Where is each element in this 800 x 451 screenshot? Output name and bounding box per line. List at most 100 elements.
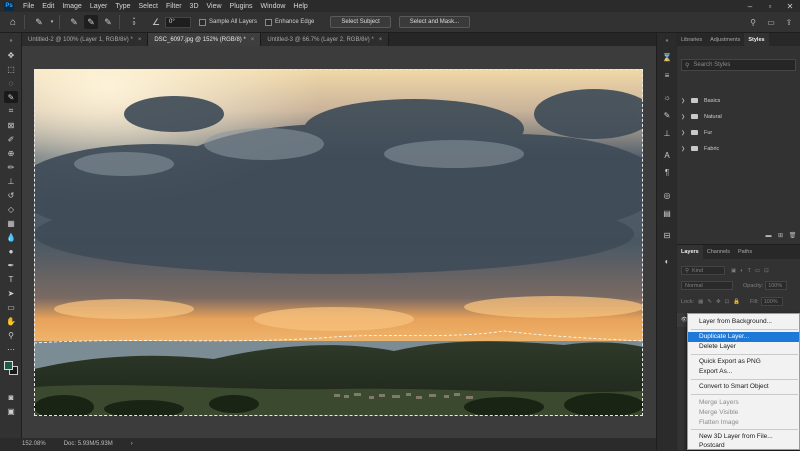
style-folder-fabric[interactable]: ❯ Fabric <box>681 143 796 154</box>
kind-filter-select[interactable]: ⚲ Kind <box>681 266 725 275</box>
lasso-tool-icon[interactable]: ◌ <box>4 77 18 89</box>
dodge-tool-icon[interactable]: ● <box>4 245 18 257</box>
menu-type[interactable]: Type <box>111 3 134 10</box>
character-icon[interactable]: A <box>661 149 673 161</box>
style-folder-fur[interactable]: ❯ Fur <box>681 127 796 138</box>
menu-select[interactable]: Select <box>135 3 162 10</box>
move-tool-icon[interactable]: ✥ <box>4 49 18 61</box>
history-brush-tool-icon[interactable]: ↺ <box>4 189 18 201</box>
enhance-edge-checkbox[interactable]: Enhance Edge <box>265 18 314 26</box>
eraser-tool-icon[interactable]: ◇ <box>4 203 18 215</box>
menu-edit[interactable]: Edit <box>38 3 58 10</box>
style-folder-natural[interactable]: ❯ Natural <box>681 111 796 122</box>
quick-selection-preset-icon[interactable]: ✎ <box>32 15 46 29</box>
chevron-right-icon[interactable]: ❯ <box>681 146 687 152</box>
healing-brush-tool-icon[interactable]: ⊕ <box>4 147 18 159</box>
swatches-icon[interactable]: ▤ <box>661 207 673 219</box>
select-and-mask-button[interactable]: Select and Mask... <box>398 16 471 28</box>
menu-layer[interactable]: Layer <box>86 3 112 10</box>
zoom-tool-icon[interactable]: ⚲ <box>4 329 18 341</box>
new-style-icon[interactable]: ⊞ <box>776 231 785 240</box>
add-to-selection-icon[interactable]: ✎ <box>84 15 98 29</box>
menu-item-export-as[interactable]: Export As... <box>688 367 799 377</box>
menu-item-duplicate-layer[interactable]: Duplicate Layer... <box>688 332 799 342</box>
filter-type-icon[interactable]: T <box>748 268 751 274</box>
chevron-right-icon[interactable]: ❯ <box>681 130 687 136</box>
menu-3d[interactable]: 3D <box>186 3 203 10</box>
workspace-icon[interactable]: ▭ <box>764 15 778 29</box>
sample-all-layers-checkbox[interactable]: Sample All Layers <box>199 18 257 26</box>
properties-icon[interactable]: ≡ <box>661 69 673 81</box>
menu-plugins[interactable]: Plugins <box>226 3 257 10</box>
type-tool-icon[interactable]: T <box>4 273 18 285</box>
select-subject-button[interactable]: Select Subject <box>330 16 391 28</box>
rectangle-tool-icon[interactable]: ▭ <box>4 301 18 313</box>
menu-file[interactable]: File <box>19 3 38 10</box>
new-selection-icon[interactable]: ✎ <box>67 15 81 29</box>
opacity-input[interactable]: 100% <box>765 281 788 290</box>
quick-mask-icon[interactable]: ◙ <box>4 391 18 403</box>
collapse-icon[interactable]: « <box>661 35 673 47</box>
navigator-icon[interactable]: ◐ <box>661 255 673 267</box>
angle-input[interactable]: 0° <box>165 16 191 28</box>
share-icon[interactable]: ⇪ <box>782 15 796 29</box>
frame-tool-icon[interactable]: ⊠ <box>4 119 18 131</box>
lock-image-icon[interactable]: ✎ <box>707 299 712 305</box>
style-folder-basics[interactable]: ❯ Basics <box>681 95 796 106</box>
menu-window[interactable]: Window <box>257 3 290 10</box>
foreground-background-colors[interactable] <box>4 359 18 379</box>
brush-settings-icon[interactable]: ✎ <box>661 109 673 121</box>
new-group-icon[interactable]: ▬ <box>764 231 773 240</box>
menu-help[interactable]: Help <box>289 3 311 10</box>
search-icon[interactable]: ⚲ <box>746 15 760 29</box>
filter-adjustment-icon[interactable]: ◐ <box>740 268 743 274</box>
menu-image[interactable]: Image <box>58 3 85 10</box>
menu-item-delete-layer[interactable]: Delete Layer <box>688 342 799 352</box>
lock-artboard-icon[interactable]: ⊡ <box>725 299 730 305</box>
filter-smart-icon[interactable]: ⊡ <box>764 268 769 274</box>
clone-stamp-tool-icon[interactable]: ⊥ <box>4 175 18 187</box>
screen-mode-icon[interactable]: ▣ <box>4 405 18 417</box>
blend-mode-select[interactable]: Normal <box>681 281 733 290</box>
chevron-right-icon[interactable]: › <box>131 441 133 447</box>
quick-selection-tool-icon[interactable]: ✎ <box>4 91 18 103</box>
history-icon[interactable]: ⌛ <box>661 51 673 63</box>
menu-item-layer-from-background[interactable]: Layer from Background... <box>688 317 799 327</box>
lock-position-icon[interactable]: ✥ <box>716 299 721 305</box>
foreground-color-swatch[interactable] <box>4 361 13 370</box>
chevron-right-icon[interactable]: ❯ <box>681 98 687 104</box>
zoom-level[interactable]: 152.08% <box>22 441 46 447</box>
marquee-tool-icon[interactable]: ⬚ <box>4 63 18 75</box>
subtract-from-selection-icon[interactable]: ✎ <box>101 15 115 29</box>
close-icon[interactable]: × <box>138 37 142 43</box>
tab-libraries[interactable]: Libraries <box>677 33 706 46</box>
glyphs-icon[interactable]: ◎ <box>661 189 673 201</box>
tab-paths[interactable]: Paths <box>734 245 756 259</box>
tab-untitled-2[interactable]: Untitled-2 @ 100% (Layer 1, RGB/8#) * × <box>22 33 149 46</box>
lock-all-icon[interactable]: 🔒 <box>733 299 740 305</box>
adjust-icon[interactable]: ☼ <box>661 91 673 103</box>
tab-layers[interactable]: Layers <box>677 245 703 259</box>
collapse-icon[interactable]: » <box>4 35 18 47</box>
info-icon[interactable]: ⊟ <box>661 229 673 241</box>
close-icon[interactable]: × <box>379 37 383 43</box>
filter-shape-icon[interactable]: ▭ <box>755 268 760 274</box>
paragraph-icon[interactable]: ¶ <box>661 166 673 178</box>
landscape-photo[interactable] <box>34 69 643 416</box>
more-tools-icon[interactable]: ⋯ <box>4 343 18 355</box>
canvas-area[interactable] <box>22 46 656 438</box>
tab-untitled-3[interactable]: Untitled-3 @ 66.7% (Layer 2, RGB/8#) * × <box>261 33 390 46</box>
close-icon[interactable]: × <box>251 37 255 43</box>
chevron-down-icon[interactable]: ▾ <box>49 15 55 29</box>
blur-tool-icon[interactable]: 💧 <box>4 231 18 243</box>
menu-item-quick-export-png[interactable]: Quick Export as PNG <box>688 357 799 367</box>
tab-styles[interactable]: Styles <box>744 33 769 46</box>
pen-tool-icon[interactable]: ✒ <box>4 259 18 271</box>
menu-item-convert-smart-object[interactable]: Convert to Smart Object <box>688 382 799 392</box>
crop-tool-icon[interactable]: ⌗ <box>4 105 18 117</box>
fill-input[interactable]: 100% <box>760 297 783 306</box>
hand-tool-icon[interactable]: ✋ <box>4 315 18 327</box>
tab-adjustments[interactable]: Adjustments <box>706 33 744 46</box>
tab-channels[interactable]: Channels <box>703 245 734 259</box>
tab-dsc-6097[interactable]: DSC_6097.jpg @ 152% (RGB/8) * × <box>148 33 262 46</box>
